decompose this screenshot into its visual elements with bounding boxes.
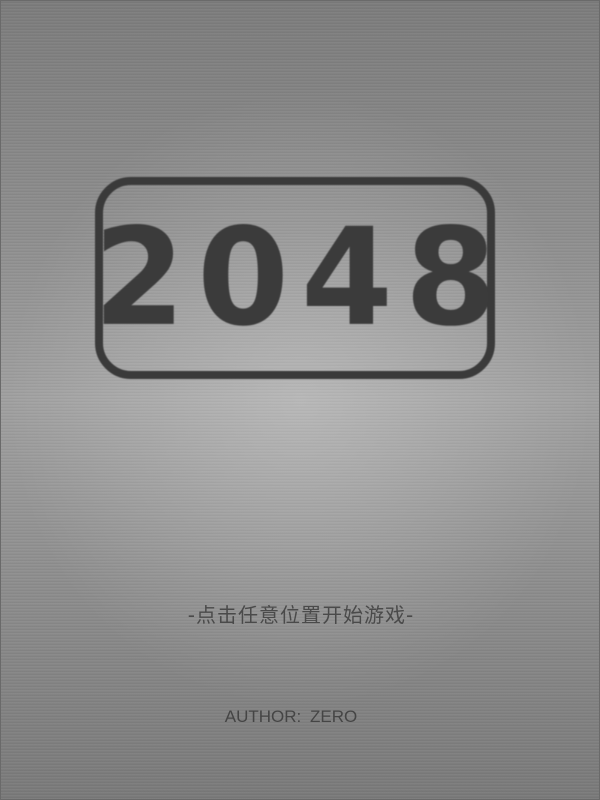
start-screen[interactable]: 2048 -点击任意位置开始游戏- AUTHOR: ZERO bbox=[0, 0, 600, 800]
game-logo: 2048 bbox=[93, 177, 497, 379]
author-credit: AUTHOR: ZERO bbox=[224, 707, 358, 726]
tap-to-start-prompt: -点击任意位置开始游戏- bbox=[187, 603, 415, 627]
logo-title: 2048 bbox=[93, 199, 509, 357]
